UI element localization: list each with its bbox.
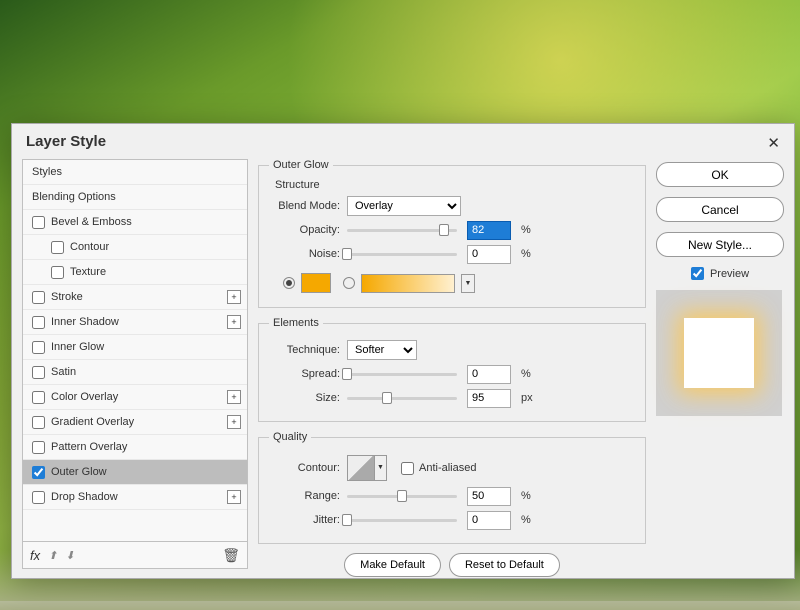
opacity-slider[interactable] xyxy=(347,229,457,232)
plus-icon[interactable]: + xyxy=(227,315,241,329)
gradient-picker[interactable] xyxy=(361,274,455,293)
plus-icon[interactable]: + xyxy=(227,490,241,504)
size-slider[interactable] xyxy=(347,397,457,400)
move-up-icon[interactable]: ⬆ xyxy=(48,549,57,562)
sidebar-item-color-overlay[interactable]: Color Overlay+ xyxy=(23,385,247,410)
anti-alias-label: Anti-aliased xyxy=(419,462,476,474)
range-input[interactable] xyxy=(467,487,511,506)
sidebar-item-stroke[interactable]: Stroke+ xyxy=(23,285,247,310)
chevron-down-icon[interactable]: ▼ xyxy=(375,455,387,481)
preview-swatch xyxy=(684,318,754,388)
technique-label: Technique: xyxy=(269,344,347,356)
blend-mode-label: Blend Mode: xyxy=(269,200,347,212)
plus-icon[interactable]: + xyxy=(227,390,241,404)
checkbox-texture[interactable] xyxy=(51,266,64,279)
settings-panel: Outer Glow Structure Blend Mode: Overlay… xyxy=(258,159,646,569)
anti-alias-checkbox[interactable] xyxy=(401,462,414,475)
checkbox-contour[interactable] xyxy=(51,241,64,254)
jitter-label: Jitter: xyxy=(269,514,347,526)
solid-color-radio[interactable] xyxy=(283,277,295,289)
quality-group: Quality Contour: ▼ Anti-aliased Range: %… xyxy=(258,431,646,544)
cancel-button[interactable]: Cancel xyxy=(656,197,784,222)
size-label: Size: xyxy=(269,392,347,404)
noise-input[interactable] xyxy=(467,245,511,264)
sidebar-footer: fx ⬆ ⬇ 🗑 xyxy=(23,541,247,568)
technique-select[interactable]: Softer xyxy=(347,340,417,360)
preview-checkbox[interactable] xyxy=(691,267,704,280)
sidebar-item-drop-shadow[interactable]: Drop Shadow+ xyxy=(23,485,247,510)
gradient-radio[interactable] xyxy=(343,277,355,289)
elements-group: Elements Technique: Softer Spread: % Siz… xyxy=(258,317,646,422)
glow-color-swatch[interactable] xyxy=(301,273,331,293)
sidebar-item-pattern-overlay[interactable]: Pattern Overlay xyxy=(23,435,247,460)
contour-picker[interactable] xyxy=(347,455,375,481)
checkbox-gradient-overlay[interactable] xyxy=(32,416,45,429)
chevron-down-icon[interactable]: ▼ xyxy=(461,274,475,293)
ok-button[interactable]: OK xyxy=(656,162,784,187)
checkbox-drop-shadow[interactable] xyxy=(32,491,45,504)
checkbox-outer-glow[interactable] xyxy=(32,466,45,479)
preview-label: Preview xyxy=(710,268,749,280)
jitter-slider[interactable] xyxy=(347,519,457,522)
spread-label: Spread: xyxy=(269,368,347,380)
layer-style-dialog: Layer Style ✕ Styles Blending Options Be… xyxy=(11,123,795,579)
right-panel: OK Cancel New Style... Preview xyxy=(656,159,784,569)
opacity-label: Opacity: xyxy=(269,224,347,236)
plus-icon[interactable]: + xyxy=(227,415,241,429)
size-input[interactable] xyxy=(467,389,511,408)
checkbox-stroke[interactable] xyxy=(32,291,45,304)
sidebar-item-inner-shadow[interactable]: Inner Shadow+ xyxy=(23,310,247,335)
sidebar-item-gradient-overlay[interactable]: Gradient Overlay+ xyxy=(23,410,247,435)
plus-icon[interactable]: + xyxy=(227,290,241,304)
reset-default-button[interactable]: Reset to Default xyxy=(449,553,560,577)
checkbox-pattern-overlay[interactable] xyxy=(32,441,45,454)
move-down-icon[interactable]: ⬇ xyxy=(65,549,74,562)
titlebar: Layer Style ✕ xyxy=(12,124,794,159)
checkbox-color-overlay[interactable] xyxy=(32,391,45,404)
checkbox-inner-glow[interactable] xyxy=(32,341,45,354)
spread-slider[interactable] xyxy=(347,373,457,376)
dialog-title: Layer Style xyxy=(26,133,106,150)
opacity-input[interactable] xyxy=(467,221,511,240)
close-icon[interactable]: ✕ xyxy=(767,134,780,152)
new-style-button[interactable]: New Style... xyxy=(656,232,784,257)
sidebar-item-styles[interactable]: Styles xyxy=(23,160,247,185)
range-label: Range: xyxy=(269,490,347,502)
checkbox-satin[interactable] xyxy=(32,366,45,379)
make-default-button[interactable]: Make Default xyxy=(344,553,441,577)
sidebar-item-blending-options[interactable]: Blending Options xyxy=(23,185,247,210)
structure-group: Outer Glow Structure Blend Mode: Overlay… xyxy=(258,159,646,308)
sidebar-item-bevel-emboss[interactable]: Bevel & Emboss xyxy=(23,210,247,235)
structure-subtitle: Structure xyxy=(269,179,635,191)
contour-label: Contour: xyxy=(269,462,347,474)
sidebar-item-inner-glow[interactable]: Inner Glow xyxy=(23,335,247,360)
sidebar-item-texture[interactable]: Texture xyxy=(23,260,247,285)
checkbox-bevel[interactable] xyxy=(32,216,45,229)
fx-menu-icon[interactable]: fx xyxy=(30,548,40,563)
sidebar-item-contour[interactable]: Contour xyxy=(23,235,247,260)
range-slider[interactable] xyxy=(347,495,457,498)
spread-input[interactable] xyxy=(467,365,511,384)
effects-sidebar: Styles Blending Options Bevel & Emboss C… xyxy=(22,159,248,569)
blend-mode-select[interactable]: Overlay xyxy=(347,196,461,216)
sidebar-item-outer-glow[interactable]: Outer Glow xyxy=(23,460,247,485)
noise-slider[interactable] xyxy=(347,253,457,256)
checkbox-inner-shadow[interactable] xyxy=(32,316,45,329)
sidebar-item-satin[interactable]: Satin xyxy=(23,360,247,385)
preview-thumbnail xyxy=(656,290,782,416)
jitter-input[interactable] xyxy=(467,511,511,530)
trash-icon[interactable]: 🗑 xyxy=(222,547,240,564)
noise-label: Noise: xyxy=(269,248,347,260)
